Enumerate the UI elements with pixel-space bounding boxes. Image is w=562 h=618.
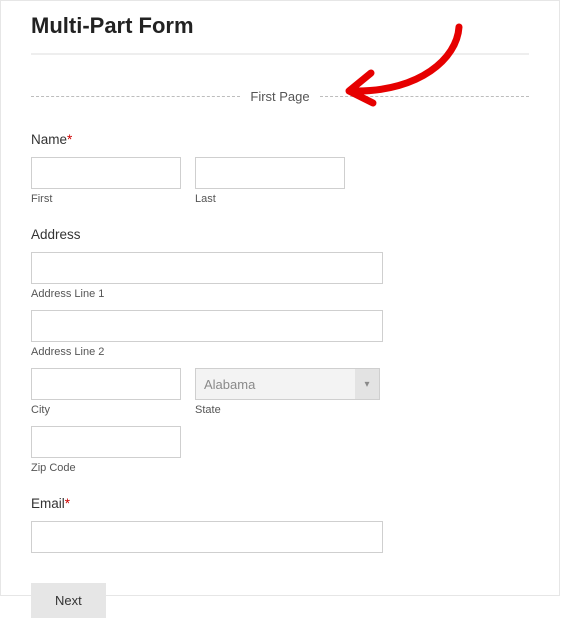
name-required-mark: * [67, 132, 72, 147]
address-line2-sublabel: Address Line 2 [31, 346, 529, 358]
email-input[interactable] [31, 521, 383, 553]
address-line1-sublabel: Address Line 1 [31, 288, 529, 300]
next-button[interactable]: Next [31, 583, 106, 618]
page-break: First Page [31, 89, 529, 104]
title-divider [31, 53, 529, 55]
email-group: Email* [31, 496, 529, 553]
address-line2-input[interactable] [31, 310, 383, 342]
address-line1-input[interactable] [31, 252, 383, 284]
page-break-line-left [31, 96, 240, 97]
city-sublabel: City [31, 404, 181, 416]
zip-input[interactable] [31, 426, 181, 458]
form-card: Multi-Part Form First Page Name* First L… [0, 0, 560, 596]
page-title: Multi-Part Form [31, 13, 529, 39]
address-label: Address [31, 227, 529, 242]
name-group: Name* First Last [31, 132, 529, 205]
zip-sublabel: Zip Code [31, 462, 529, 474]
name-label-text: Name [31, 132, 67, 147]
name-label: Name* [31, 132, 529, 147]
chevron-down-icon: ▾ [355, 369, 379, 399]
page-break-label: First Page [240, 89, 319, 104]
last-name-sublabel: Last [195, 193, 345, 205]
state-sublabel: State [195, 404, 380, 416]
first-name-sublabel: First [31, 193, 181, 205]
address-group: Address Address Line 1 Address Line 2 Ci… [31, 227, 529, 474]
email-label: Email* [31, 496, 529, 511]
page-break-line-right [320, 96, 529, 97]
city-input[interactable] [31, 368, 181, 400]
email-label-text: Email [31, 496, 65, 511]
email-required-mark: * [65, 496, 70, 511]
first-name-input[interactable] [31, 157, 181, 189]
state-selected-value: Alabama [204, 377, 255, 392]
state-select[interactable]: Alabama ▾ [195, 368, 380, 400]
last-name-input[interactable] [195, 157, 345, 189]
